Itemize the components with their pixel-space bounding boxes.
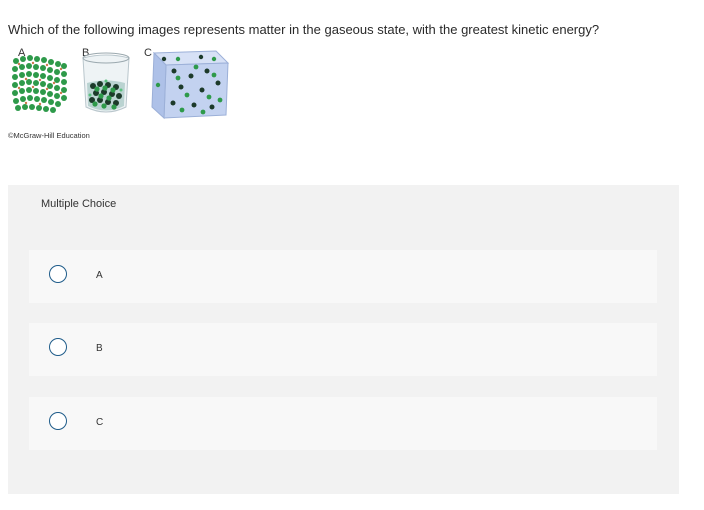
radio-button-icon[interactable] <box>49 265 67 283</box>
multiple-choice-panel: Multiple Choice A B C <box>8 185 679 494</box>
states-of-matter-figure: A B C <box>12 47 230 120</box>
option-c-label: C <box>96 417 104 428</box>
option-b-label: B <box>96 343 103 354</box>
gas-box-image <box>151 50 230 120</box>
image-credit: ©McGraw-Hill Education <box>8 131 90 140</box>
radio-button-icon[interactable] <box>49 412 67 430</box>
radio-button-icon[interactable] <box>49 338 67 356</box>
option-b[interactable]: B <box>29 323 657 376</box>
option-c[interactable]: C <box>29 397 657 450</box>
multiple-choice-header: Multiple Choice <box>41 198 117 210</box>
solid-lattice-image <box>12 55 67 113</box>
page: Which of the following images represents… <box>0 0 704 510</box>
option-a[interactable]: A <box>29 250 657 303</box>
option-a-label: A <box>96 270 103 281</box>
question-text: Which of the following images represents… <box>8 22 600 37</box>
figure-label-c: C <box>144 47 152 59</box>
liquid-beaker-image <box>82 52 130 113</box>
